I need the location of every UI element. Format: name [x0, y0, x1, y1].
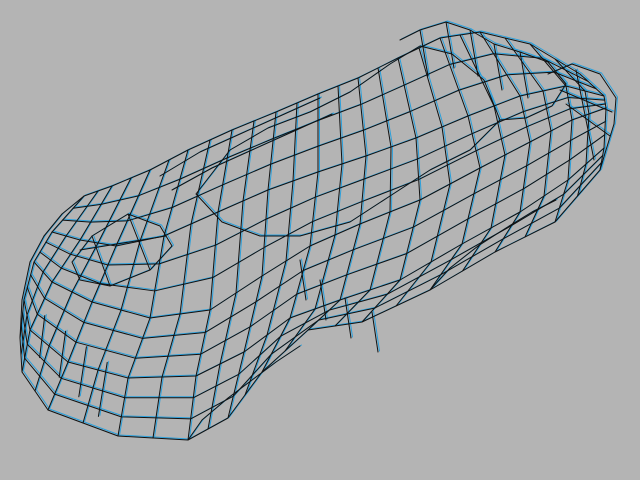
- long-edge-3-0: [62, 71, 597, 223]
- long-edge-3-1-blue: [74, 52, 591, 208]
- long-edge-3-1: [72, 53, 589, 209]
- long-edge-0-0: [20, 162, 602, 420]
- front-wheel-arch: [187, 345, 301, 441]
- mesh-edges: [19, 21, 617, 441]
- cross-edge-7: [307, 77, 367, 331]
- nose-edge-4: [61, 195, 85, 215]
- rear-deck-rib-1-blue: [447, 20, 456, 68]
- rear-deck-rib-3: [493, 43, 503, 91]
- rear-deck-rib-4: [519, 51, 529, 99]
- long-edge-3: [51, 85, 605, 247]
- rear-deck-rib-0-blue: [421, 28, 430, 76]
- rear-deck-rib-3-blue: [495, 42, 504, 90]
- nose-strip-2-blue: [79, 345, 89, 397]
- long-edge-0-0-blue: [22, 161, 604, 419]
- long-edge-3-0-blue: [63, 70, 599, 222]
- front-wheel-arch-blue: [189, 344, 302, 440]
- 3d-viewport[interactable]: [0, 0, 640, 480]
- cross-edge-6-mid-blue: [286, 84, 344, 351]
- tail-fin-rib-c: [575, 69, 595, 161]
- long-edge-0-blue: [21, 168, 602, 440]
- rear-deck-rib-0: [419, 29, 429, 77]
- roof-rail-left-inner: [171, 113, 333, 191]
- long-edge-1-blue: [25, 146, 606, 378]
- long-edge-1: [23, 147, 605, 379]
- long-edge-1-0: [26, 134, 606, 359]
- long-edge-0-1-blue: [23, 153, 605, 398]
- nose-strip-2: [78, 346, 87, 398]
- car-body-wireframe[interactable]: [0, 0, 640, 480]
